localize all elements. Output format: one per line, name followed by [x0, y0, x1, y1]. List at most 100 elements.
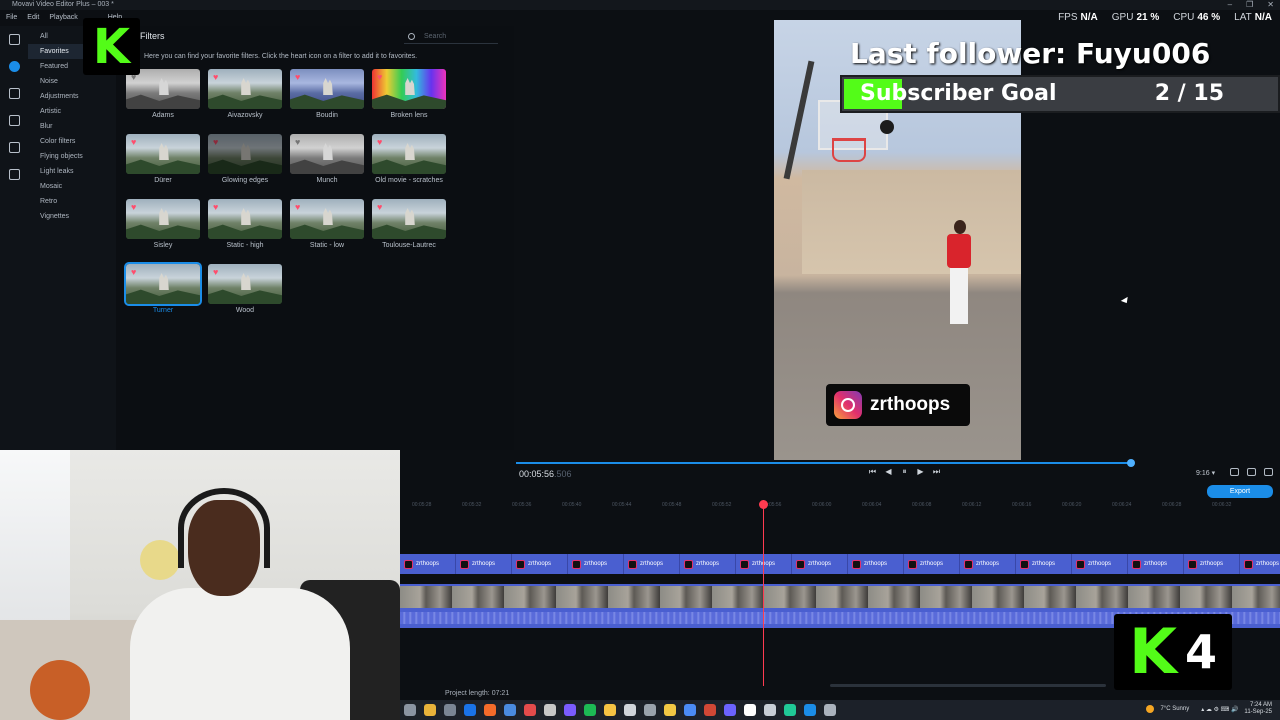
overlay-clip[interactable]: zrthoops [1016, 554, 1072, 574]
overlay-clip[interactable]: zrthoops [736, 554, 792, 574]
menu-file[interactable]: File [6, 14, 17, 21]
taskbar-app-icon[interactable] [784, 704, 796, 716]
filter-tile[interactable]: ♥ Old movie - scratches [372, 134, 446, 199]
filter-tile[interactable]: ♥ Sisley [126, 199, 200, 264]
step-back-icon[interactable]: ◀ [884, 467, 893, 477]
filter-tile[interactable]: ♥ Munch [290, 134, 364, 199]
taskbar-app-icon[interactable] [564, 704, 576, 716]
overlay-clip[interactable]: zrthoops [792, 554, 848, 574]
overlay-clip[interactable]: zrthoops [456, 554, 512, 574]
aspect-ratio-select[interactable]: 9:16 ▾ [1196, 469, 1215, 477]
filter-tile[interactable]: ♥ Wood [208, 264, 282, 329]
clock[interactable]: 7:24 AM 11-Sep-25 [1244, 702, 1272, 716]
taskbar-app-icon[interactable] [424, 704, 436, 716]
taskbar-app-icon[interactable] [524, 704, 536, 716]
filter-tile[interactable]: ♥ Toulouse-Lautrec [372, 199, 446, 264]
filter-tile[interactable]: ♥ Aivazovsky [208, 69, 282, 134]
category-blur[interactable]: Blur [28, 119, 116, 134]
taskbar-app-icon[interactable] [464, 704, 476, 716]
taskbar-app-icon[interactable] [604, 704, 616, 716]
overlay-clip[interactable]: zrthoops [568, 554, 624, 574]
export-button[interactable]: Export [1207, 485, 1273, 498]
heart-icon[interactable]: ♥ [213, 138, 221, 147]
taskbar-app-icon[interactable] [764, 704, 776, 716]
skip-back-icon[interactable]: ⏮ [868, 467, 877, 477]
taskbar-app-icon[interactable] [824, 704, 836, 716]
close-button[interactable]: ✕ [1267, 0, 1274, 9]
skip-forward-icon[interactable]: ⏭ [932, 467, 941, 477]
rail-titles-button[interactable] [0, 107, 28, 134]
category-artistic[interactable]: Artistic [28, 104, 116, 119]
tray-icons[interactable]: ▴ ☁ ⚙ ⌨ 🔊 [1201, 706, 1238, 713]
taskbar-app-icon[interactable] [544, 704, 556, 716]
filter-tile[interactable]: ♥ Adams [126, 69, 200, 134]
taskbar-app-icon[interactable] [744, 704, 756, 716]
category-light-leaks[interactable]: Light leaks [28, 164, 116, 179]
filter-tile[interactable]: ♥ Glowing edges [208, 134, 282, 199]
taskbar-app-icon[interactable] [664, 704, 676, 716]
category-noise[interactable]: Noise [28, 74, 116, 89]
rail-import-button[interactable] [0, 26, 28, 53]
overlay-track[interactable]: zrthoops zrthoops zrthoops zrthoops zrthoops… [400, 554, 1280, 574]
overlay-clip[interactable]: zrthoops [1184, 554, 1240, 574]
taskbar-app-icon[interactable] [484, 704, 496, 716]
overlay-clip[interactable]: zrthoops [624, 554, 680, 574]
heart-icon[interactable]: ♥ [213, 268, 221, 277]
playhead[interactable] [759, 500, 768, 686]
taskbar-app-icon[interactable] [704, 704, 716, 716]
rail-filters-button[interactable] [0, 53, 28, 80]
category-retro[interactable]: Retro [28, 194, 116, 209]
rail-transitions-button[interactable] [0, 80, 28, 107]
taskbar-app-icon[interactable] [724, 704, 736, 716]
overlay-clip[interactable]: zrthoops [904, 554, 960, 574]
heart-icon[interactable]: ♥ [295, 138, 303, 147]
playback-progress[interactable] [516, 459, 1135, 467]
heart-icon[interactable]: ♥ [295, 203, 303, 212]
timeline-scrollbar[interactable] [830, 684, 1106, 687]
minimize-button[interactable]: – [1228, 0, 1232, 9]
heart-icon[interactable]: ♥ [295, 73, 303, 82]
playhead-handle[interactable] [759, 500, 768, 509]
overlay-clip[interactable]: zrthoops [960, 554, 1016, 574]
filter-tile[interactable]: ♥ Static - low [290, 199, 364, 264]
overlay-clip[interactable]: zrthoops [680, 554, 736, 574]
taskbar-app-icon[interactable] [644, 704, 656, 716]
overlay-clip[interactable]: zrthoops [848, 554, 904, 574]
overlay-clip[interactable]: zrthoops [512, 554, 568, 574]
overlay-clip[interactable]: zrthoops [1128, 554, 1184, 574]
menu-playback[interactable]: Playback [49, 14, 77, 21]
maximize-button[interactable]: ❐ [1246, 0, 1253, 9]
heart-icon[interactable]: ♥ [131, 268, 139, 277]
filter-tile[interactable]: ♥ Static - high [208, 199, 282, 264]
step-forward-icon[interactable]: ▶ [916, 467, 925, 477]
pause-icon[interactable]: ⏸ [900, 467, 909, 477]
taskbar-app-icon[interactable] [504, 704, 516, 716]
filter-tile[interactable]: ♥ Boudin [290, 69, 364, 134]
rail-stickers-button[interactable] [0, 134, 28, 161]
rail-more-tools-button[interactable] [0, 161, 28, 188]
heart-icon[interactable]: ♥ [213, 203, 221, 212]
taskbar-app-icon[interactable] [584, 704, 596, 716]
category-vignettes[interactable]: Vignettes [28, 209, 116, 224]
category-mosaic[interactable]: Mosaic [28, 179, 116, 194]
category-flying-objects[interactable]: Flying objects [28, 149, 116, 164]
snapshot-icon[interactable] [1247, 468, 1256, 476]
heart-icon[interactable]: ♥ [131, 138, 139, 147]
heart-icon[interactable]: ♥ [131, 203, 139, 212]
taskbar-app-icon[interactable] [404, 704, 416, 716]
timeline-ruler[interactable]: 00:05:28 00:05:32 00:05:36 00:05:40 00:05:44… [400, 500, 1280, 512]
fullscreen-icon[interactable] [1264, 468, 1273, 476]
volume-icon[interactable] [1230, 468, 1239, 476]
heart-icon[interactable]: ♥ [377, 203, 385, 212]
filter-tile[interactable]: ♥ Broken lens [372, 69, 446, 134]
taskbar-app-icon[interactable] [444, 704, 456, 716]
category-adjustments[interactable]: Adjustments [28, 89, 116, 104]
filter-tile[interactable]: ♥ Turner [124, 262, 202, 329]
heart-icon[interactable]: ♥ [213, 73, 221, 82]
overlay-clip[interactable]: zrthoops [400, 554, 456, 574]
taskbar-app-icon[interactable] [804, 704, 816, 716]
taskbar-app-icon[interactable] [624, 704, 636, 716]
menu-edit[interactable]: Edit [27, 14, 39, 21]
overlay-clip[interactable]: zrthoops [1072, 554, 1128, 574]
filter-tile[interactable]: ♥ Dürer [126, 134, 200, 199]
